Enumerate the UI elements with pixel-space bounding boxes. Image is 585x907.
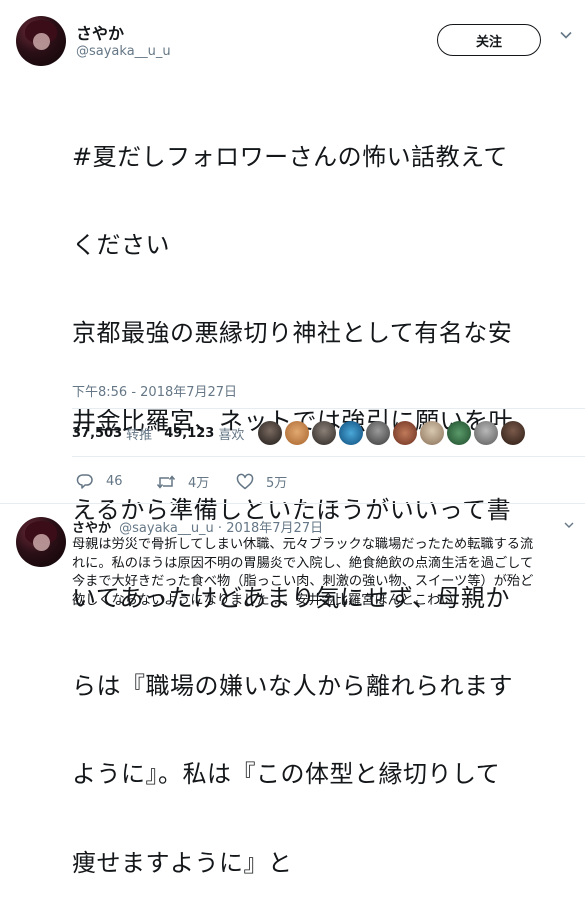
like-count[interactable]: 49,123 — [164, 426, 214, 441]
reply-action[interactable]: 46 — [76, 472, 123, 490]
tweet-line: 痩せますように』と — [72, 848, 293, 877]
like-label[interactable]: 喜欢 — [218, 424, 244, 443]
liker-avatar[interactable] — [258, 421, 282, 445]
divider — [72, 408, 585, 409]
retweet-action-count: 4万 — [188, 476, 210, 491]
thread-separator — [0, 503, 585, 504]
author-handle[interactable]: @sayaka__u_u — [76, 44, 171, 59]
heart-icon — [236, 473, 254, 489]
liker-avatars — [258, 421, 525, 445]
author-avatar[interactable] — [16, 16, 66, 66]
reply-line: 今まで大好きだった食べ物（脂っこい肉、刺激の強い物、スイーツ等）が殆ど — [72, 574, 534, 589]
retweet-count[interactable]: 37,503 — [72, 426, 122, 441]
follow-button[interactable]: 关注 — [437, 24, 541, 56]
tweet-text: #夏だしフォロワーさんの怖い話教えて ください 京都最強の悪縁切り神社として有名… — [72, 84, 582, 907]
liker-avatar[interactable] — [501, 421, 525, 445]
reply-author-avatar[interactable] — [16, 517, 66, 567]
author-name[interactable]: さやか — [76, 20, 124, 44]
reply-count: 46 — [106, 473, 123, 489]
tweet-line: ください — [72, 231, 170, 260]
reply-text: 母親は労災で骨折してしまい休職、元々ブラックな職場だったため転職する流 れに。私… — [72, 536, 582, 610]
liker-avatar[interactable] — [285, 421, 309, 445]
liker-avatar[interactable] — [339, 421, 363, 445]
chevron-down-icon[interactable] — [559, 28, 573, 42]
chevron-down-icon[interactable] — [563, 519, 575, 531]
avatar-face — [33, 33, 50, 50]
reply-author-name[interactable]: さやか — [72, 521, 111, 536]
liker-avatar[interactable] — [393, 421, 417, 445]
liker-avatar[interactable] — [366, 421, 390, 445]
liker-avatar[interactable] — [447, 421, 471, 445]
avatar-face — [33, 534, 50, 551]
reply-author-handle-date[interactable]: @sayaka__u_u · 2018年7月27日 — [119, 521, 323, 536]
retweet-action[interactable]: 4万 — [156, 472, 209, 491]
divider — [72, 456, 585, 457]
like-action-count: 5万 — [266, 476, 288, 491]
reply-icon — [76, 474, 93, 489]
liker-avatar[interactable] — [420, 421, 444, 445]
reply-header: さやか @sayaka__u_u · 2018年7月27日 — [72, 517, 323, 536]
tweet-timestamp[interactable]: 下午8:56 - 2018年7月27日 — [72, 381, 237, 400]
tweet-line: らは『職場の嫌いな人から離れられます — [72, 672, 513, 701]
reply-line: れに。私のほうは原因不明の胃腸炎で入院し、絶食絶飲の点滴生活を過ごして — [72, 555, 534, 571]
tweet-line: 京都最強の悪縁切り神社として有名な安 — [72, 319, 513, 348]
liker-avatar[interactable] — [312, 421, 336, 445]
like-action[interactable]: 5万 — [236, 472, 287, 491]
liker-avatar[interactable] — [474, 421, 498, 445]
retweet-label[interactable]: 转推 — [126, 424, 152, 443]
retweet-icon — [156, 474, 176, 489]
tweet-hashtag-line[interactable]: #夏だしフォロワーさんの怖い話教えて — [72, 143, 582, 172]
reply-line: 欲しくならないようになりました...。安井金比羅宮ほんとこわい — [72, 592, 454, 608]
reply-line: 母親は労災で骨折してしまい休職、元々ブラックな職場だったため転職する流 — [72, 537, 534, 552]
tweet-line: ように』。私は『この体型と縁切りして — [72, 760, 501, 789]
tweet-stats: 37,503 转推 49,123 喜欢 — [72, 423, 244, 443]
